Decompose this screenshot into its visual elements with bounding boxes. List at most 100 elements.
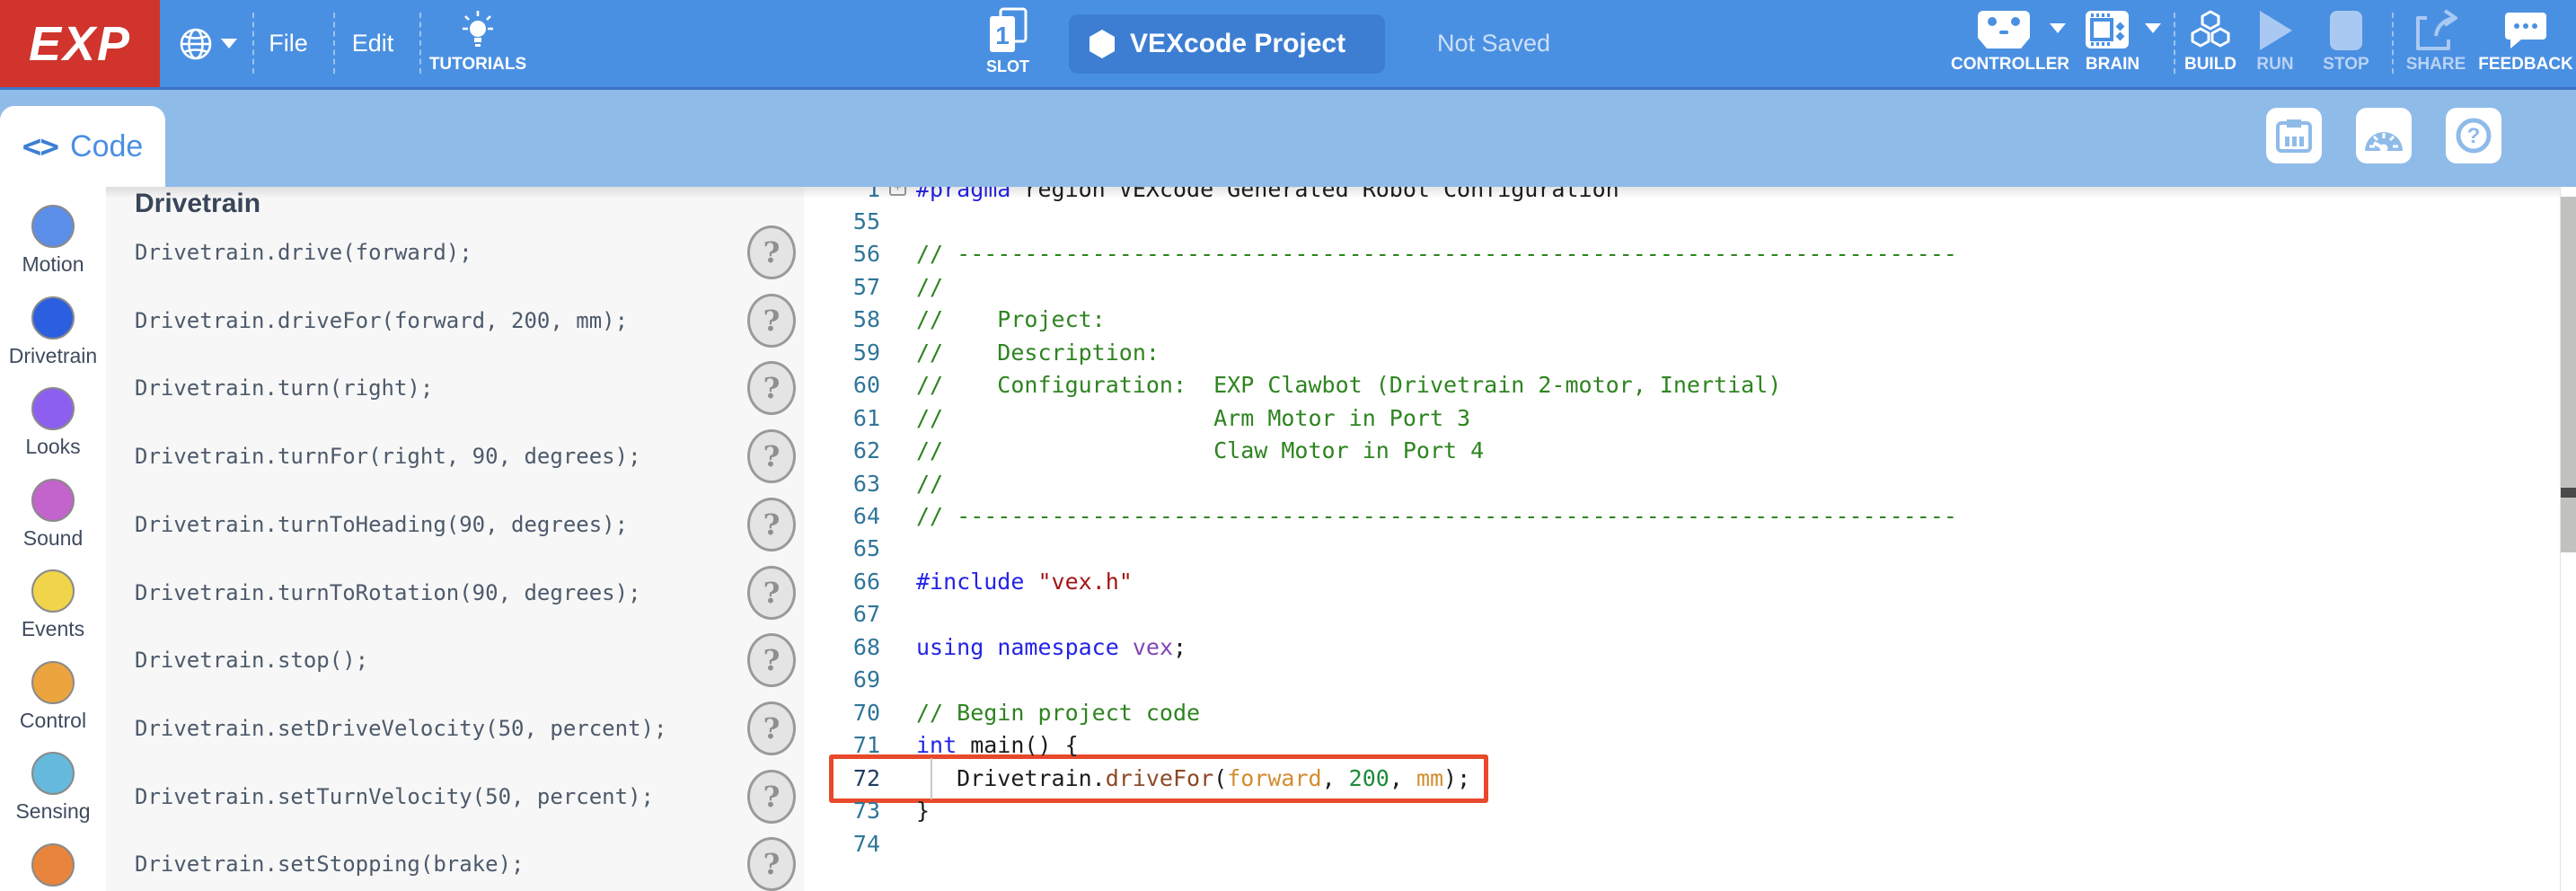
- feedback-button[interactable]: FEEDBACK: [2481, 0, 2571, 87]
- code-line-text: // Arm Motor in Port 3: [916, 401, 1470, 435]
- command-snippet[interactable]: Drivetrain.setTurnVelocity(50, percent);: [135, 784, 654, 809]
- command-help-button[interactable]: ?: [747, 837, 796, 891]
- controller-button[interactable]: CONTROLLER: [1956, 0, 2064, 87]
- editor-scrollbar[interactable]: [2561, 197, 2576, 552]
- sidebar-item-variables[interactable]: Variables: [0, 843, 106, 891]
- command-snippet[interactable]: Drivetrain.turn(right);: [135, 375, 433, 401]
- command-help-button[interactable]: ?: [747, 498, 796, 551]
- command-snippet[interactable]: Drivetrain.drive(forward);: [135, 240, 472, 265]
- code-line-61[interactable]: 61// Arm Motor in Port 3: [804, 401, 2560, 435]
- code-line-70[interactable]: 70// Begin project code: [804, 696, 2560, 729]
- editor-scrollbar-marker[interactable]: [2561, 488, 2576, 498]
- code-editor[interactable]: 1+#pragma region VEXcode Generated Robot…: [804, 187, 2560, 891]
- help-icon: ?: [2455, 117, 2492, 154]
- command-snippet[interactable]: Drivetrain.turnToRotation(90, degrees);: [135, 580, 641, 605]
- command-help-button[interactable]: ?: [747, 225, 796, 279]
- code-line-72[interactable]: 72 Drivetrain.driveFor(forward, 200, mm)…: [804, 762, 2560, 795]
- tab-bar: <> Code: [0, 90, 2576, 187]
- sidebar-item-sound[interactable]: Sound: [0, 479, 106, 551]
- code-line-65[interactable]: 65: [804, 532, 2560, 565]
- command-snippet[interactable]: Drivetrain.stop();: [135, 648, 368, 673]
- project-name-button[interactable]: VEXcode Project: [1069, 14, 1385, 74]
- category-dot[interactable]: [31, 479, 75, 522]
- code-line-62[interactable]: 62// Claw Motor in Port 4: [804, 434, 2560, 467]
- play-icon: [2256, 9, 2294, 52]
- code-line-74[interactable]: 74: [804, 827, 2560, 860]
- fold-marker-icon[interactable]: +: [889, 187, 906, 196]
- command-snippet[interactable]: Drivetrain.setStopping(brake);: [135, 851, 524, 877]
- chevron-down-icon: [2145, 23, 2161, 33]
- command-help-button[interactable]: ?: [747, 633, 796, 687]
- category-dot[interactable]: [31, 752, 75, 795]
- command-palette: Drivetrain Drivetrain.drive(forward);?Dr…: [106, 187, 804, 891]
- help-button[interactable]: ?: [2446, 108, 2501, 163]
- code-line-text: Drivetrain.driveFor(forward, 200, mm);: [916, 762, 1470, 795]
- tutorials-button[interactable]: TUTORIALS: [426, 0, 530, 87]
- line-number: 66: [804, 565, 880, 598]
- code-line-66[interactable]: 66 #include "vex.h": [804, 565, 2560, 598]
- line-number: 70: [804, 696, 880, 729]
- run-button[interactable]: RUN: [2245, 0, 2305, 87]
- language-menu[interactable]: [169, 0, 246, 87]
- code-line-1[interactable]: 1+#pragma region VEXcode Generated Robot…: [804, 187, 2560, 206]
- sidebar-item-sensing[interactable]: Sensing: [0, 752, 106, 824]
- code-line-71[interactable]: 71int main() {: [804, 728, 2560, 762]
- code-line-68[interactable]: 68using namespace vex;: [804, 631, 2560, 664]
- category-dot[interactable]: [31, 661, 75, 704]
- project-name: VEXcode Project: [1130, 29, 1345, 59]
- code-line-64[interactable]: 64// -----------------------------------…: [804, 499, 2560, 533]
- code-brackets-icon: <>: [22, 128, 57, 165]
- share-button[interactable]: SHARE: [2400, 0, 2472, 87]
- menu-edit[interactable]: Edit: [341, 0, 404, 87]
- tab-code[interactable]: <> Code: [0, 106, 165, 187]
- command-row: Drivetrain.turnFor(right, 90, degrees);?: [106, 428, 804, 484]
- code-line-73[interactable]: 73}: [804, 794, 2560, 827]
- command-row: Drivetrain.setDriveVelocity(50, percent)…: [106, 701, 804, 756]
- brain-icon: [2084, 9, 2130, 50]
- sidebar-item-events[interactable]: Events: [0, 569, 106, 641]
- dashboard-gauge-icon: [2363, 119, 2404, 153]
- category-dot[interactable]: [31, 569, 75, 613]
- sidebar-item-drivetrain[interactable]: Drivetrain: [0, 296, 106, 368]
- save-status: Not Saved: [1437, 0, 1550, 87]
- sidebar-item-control[interactable]: Control: [0, 661, 106, 733]
- category-dot[interactable]: [31, 387, 75, 430]
- slot-selector[interactable]: 1 SLOT: [979, 0, 1037, 87]
- code-line-63[interactable]: 63//: [804, 467, 2560, 500]
- code-line-57[interactable]: 57//: [804, 270, 2560, 304]
- code-line-text: // -------------------------------------…: [916, 499, 1957, 533]
- build-cubes-icon: [2188, 9, 2233, 52]
- code-line-67[interactable]: 67: [804, 597, 2560, 631]
- category-dot[interactable]: [31, 296, 75, 340]
- code-line-56[interactable]: 56// -----------------------------------…: [804, 237, 2560, 270]
- command-help-button[interactable]: ?: [747, 566, 796, 620]
- command-snippet[interactable]: Drivetrain.turnToHeading(90, degrees);: [135, 512, 628, 537]
- line-number: 58: [804, 303, 880, 336]
- command-help-button[interactable]: ?: [747, 361, 796, 415]
- code-line-55[interactable]: 55: [804, 205, 2560, 238]
- code-line-58[interactable]: 58// Project:: [804, 303, 2560, 336]
- code-line-69[interactable]: 69: [804, 663, 2560, 696]
- stop-button[interactable]: STOP: [2314, 0, 2378, 87]
- category-dot[interactable]: [31, 205, 75, 248]
- command-help-button[interactable]: ?: [747, 701, 796, 755]
- command-snippet[interactable]: Drivetrain.turnFor(right, 90, degrees);: [135, 444, 641, 469]
- sidebar-item-looks[interactable]: Looks: [0, 387, 106, 459]
- category-label: Sound: [0, 526, 106, 551]
- command-snippet[interactable]: Drivetrain.driveFor(forward, 200, mm);: [135, 308, 628, 333]
- command-help-button[interactable]: ?: [747, 429, 796, 483]
- category-dot[interactable]: [31, 843, 75, 887]
- code-line-60[interactable]: 60// Configuration: EXP Clawbot (Drivetr…: [804, 368, 2560, 401]
- dashboard-button[interactable]: [2356, 108, 2412, 163]
- menu-file[interactable]: File: [259, 0, 318, 87]
- exp-logo: EXP: [0, 0, 160, 87]
- command-snippet[interactable]: Drivetrain.setDriveVelocity(50, percent)…: [135, 716, 666, 741]
- code-line-59[interactable]: 59// Description:: [804, 336, 2560, 369]
- command-help-button[interactable]: ?: [747, 294, 796, 348]
- command-help-button[interactable]: ?: [747, 770, 796, 824]
- build-button[interactable]: BUILD: [2179, 0, 2242, 87]
- code-line-text: #include "vex.h": [916, 565, 1133, 598]
- brain-button[interactable]: BRAIN: [2071, 0, 2154, 87]
- sidebar-item-motion[interactable]: Motion: [0, 205, 106, 277]
- device-monitor-button[interactable]: [2266, 108, 2322, 163]
